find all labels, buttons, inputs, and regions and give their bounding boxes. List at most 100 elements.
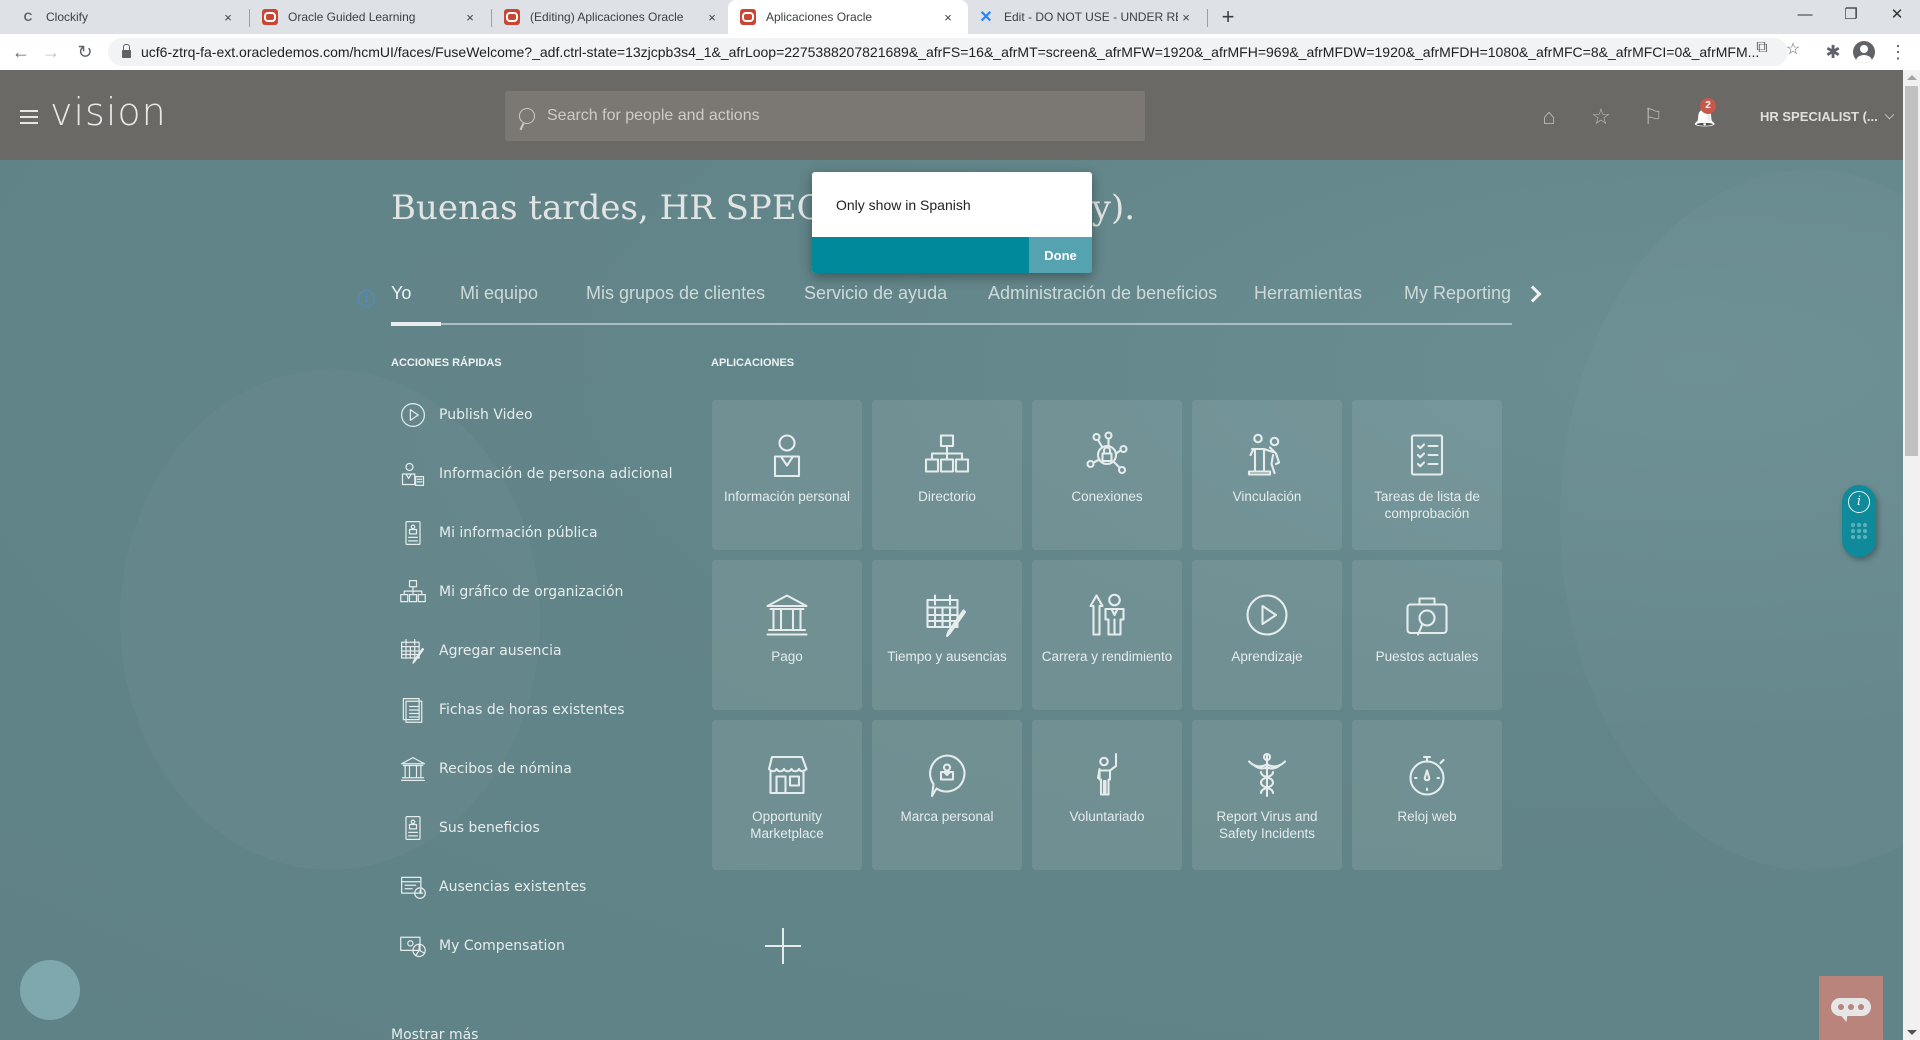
briefcase-search-icon	[1397, 590, 1457, 640]
browser-tab-active[interactable]: Aplicaciones Oracle ×	[728, 0, 968, 34]
hamburger-menu-icon[interactable]	[20, 110, 38, 124]
scroll-down-arrow[interactable]	[1907, 1030, 1917, 1035]
tab-my-reporting[interactable]: My Reporting	[1404, 283, 1511, 304]
quick-action-item[interactable]: Información de persona adicional	[398, 454, 718, 494]
search-input[interactable]	[547, 107, 1127, 125]
app-tile[interactable]: Tiempo y ausencias	[872, 560, 1022, 710]
tab-mi-equipo[interactable]: Mi equipo	[460, 283, 538, 304]
money-chart-icon	[398, 931, 428, 961]
app-tile[interactable]: Reloj web	[1352, 720, 1502, 870]
back-button[interactable]: ←	[8, 39, 34, 65]
app-tile[interactable]: Pago	[712, 560, 862, 710]
tab-mis-grupos-de-clientes[interactable]: Mis grupos de clientes	[586, 283, 765, 304]
extensions-icon[interactable]: ✱	[1820, 39, 1846, 65]
chat-button[interactable]	[1819, 976, 1883, 1040]
tab-divider	[1207, 9, 1208, 27]
browser-tab-confluence[interactable]: ✕ Edit - DO NOT USE - UNDER REV ×	[966, 0, 1206, 34]
quick-action-item[interactable]: Fichas de horas existentes	[398, 690, 718, 730]
app-tile-label: Vinculación	[1232, 489, 1302, 504]
scroll-up-arrow[interactable]	[1907, 75, 1917, 80]
quick-action-label: Fichas de horas existentes	[439, 702, 625, 718]
chat-bubble-icon	[1831, 998, 1871, 1016]
quick-action-item[interactable]: Agregar ausencia	[398, 631, 718, 671]
close-tab-icon[interactable]: ×	[1178, 10, 1194, 25]
play-circle-icon	[398, 400, 428, 430]
add-app-plus-icon[interactable]	[765, 928, 801, 964]
app-tile[interactable]: Carrera y rendimiento	[1032, 560, 1182, 710]
scrollbar-thumb[interactable]	[1905, 86, 1918, 456]
close-window-button[interactable]: ✕	[1874, 0, 1920, 30]
popup-message: Only show in Spanish	[836, 197, 971, 213]
translate-icon[interactable]: ⧉	[1750, 39, 1774, 57]
quick-action-item[interactable]: Mi gráfico de organización	[398, 572, 718, 612]
app-tile[interactable]: Tareas de lista de comprobación	[1352, 400, 1502, 550]
app-tile[interactable]: Conexiones	[1032, 400, 1182, 550]
app-tile[interactable]: Vinculación	[1192, 400, 1342, 550]
quick-action-item[interactable]: Sus beneficios	[398, 808, 718, 848]
page-scrollbar[interactable]	[1903, 70, 1920, 1040]
app-tile[interactable]: Opportunity Marketplace	[712, 720, 862, 870]
app-tile[interactable]: Report Virus and Safety Incidents	[1192, 720, 1342, 870]
close-tab-icon[interactable]: ×	[704, 10, 720, 25]
quick-action-label: My Compensation	[439, 938, 565, 954]
reload-button[interactable]: ↻	[72, 39, 98, 65]
app-tile-label: Tareas de lista de comprobación	[1374, 489, 1480, 521]
favorites-star-icon[interactable]: ☆	[1588, 104, 1614, 130]
quick-action-item[interactable]: Publish Video	[398, 395, 718, 435]
minimize-button[interactable]: —	[1782, 0, 1828, 30]
browser-tab-strip: C Clockify × Oracle Guided Learning × (E…	[0, 0, 1920, 34]
show-more-link[interactable]: Mostrar más	[391, 1027, 478, 1040]
personal-brand-icon	[917, 750, 977, 800]
app-tile-label: Conexiones	[1071, 489, 1143, 504]
browser-tab-clockify[interactable]: C Clockify ×	[8, 0, 248, 34]
quick-action-item[interactable]: My Compensation	[398, 926, 718, 966]
watchlist-flag-icon[interactable]: ⚐	[1640, 104, 1666, 130]
guided-learning-widget[interactable]: i	[1842, 485, 1876, 557]
url-text[interactable]: ucf6-ztrq-fa-ext.oracledemos.com/hcmUI/f…	[141, 44, 1761, 60]
tab-title: Clockify	[46, 10, 89, 24]
app-tile[interactable]: Puestos actuales	[1352, 560, 1502, 710]
user-menu[interactable]: HR SPECIALIST (...	[1760, 109, 1895, 124]
app-tile-label: Carrera y rendimiento	[1041, 649, 1173, 664]
restore-button[interactable]: ❐	[1828, 0, 1874, 30]
close-tab-icon[interactable]: ×	[220, 10, 236, 25]
tab-servicio-de-ayuda[interactable]: Servicio de ayuda	[804, 283, 947, 304]
bookmark-star-icon[interactable]: ☆	[1781, 39, 1805, 59]
home-icon[interactable]: ⌂	[1536, 104, 1562, 130]
calendar-edit-icon	[917, 590, 977, 640]
global-search[interactable]	[505, 91, 1145, 141]
address-bar[interactable]: ucf6-ztrq-fa-ext.oracledemos.com/hcmUI/f…	[108, 38, 1788, 66]
confluence-icon: ✕	[979, 9, 993, 26]
tab-yo[interactable]: Yo	[391, 283, 411, 304]
browser-tab-guided-learning[interactable]: Oracle Guided Learning ×	[250, 0, 490, 34]
browser-menu-icon[interactable]: ⋮	[1885, 39, 1911, 65]
onboarding-icon	[1237, 430, 1297, 480]
close-tab-icon[interactable]: ×	[940, 10, 956, 25]
browser-tab-editing[interactable]: (Editing) Aplicaciones Oracle ×	[492, 0, 732, 34]
app-tile[interactable]: Directorio	[872, 400, 1022, 550]
app-header: vision ⌂ ☆ ⚐ 🔔 2 HR SPECIALIST (...	[0, 70, 1903, 160]
vision-logo[interactable]: vision	[50, 90, 167, 134]
forward-button[interactable]: →	[38, 39, 64, 65]
quick-action-item[interactable]: Mi información pública	[398, 513, 718, 553]
quick-action-item[interactable]: Ausencias existentes	[398, 867, 718, 907]
app-tile[interactable]: Marca personal	[872, 720, 1022, 870]
app-tile-label: Pago	[771, 649, 803, 664]
app-tile[interactable]: Aprendizaje	[1192, 560, 1342, 710]
app-tile-label: Puestos actuales	[1375, 649, 1479, 664]
app-tile[interactable]: Información personal	[712, 400, 862, 550]
caduceus-icon	[1237, 750, 1297, 800]
timecard-icon	[398, 695, 428, 725]
app-tile[interactable]: Voluntariado	[1032, 720, 1182, 870]
new-tab-button[interactable]: +	[1215, 4, 1241, 30]
floating-circle-button[interactable]	[20, 960, 80, 1020]
close-tab-icon[interactable]: ×	[462, 10, 478, 25]
profile-avatar-icon[interactable]	[1853, 41, 1875, 63]
quick-action-label: Mi información pública	[439, 525, 598, 541]
tab-administracion-de-beneficios[interactable]: Administración de beneficios	[988, 283, 1217, 304]
quick-action-item[interactable]: Recibos de nómina	[398, 749, 718, 789]
tab-herramientas[interactable]: Herramientas	[1254, 283, 1362, 304]
info-icon[interactable]: i	[358, 290, 375, 307]
chevron-right-icon[interactable]	[1524, 285, 1542, 303]
done-button[interactable]: Done	[1029, 237, 1092, 273]
